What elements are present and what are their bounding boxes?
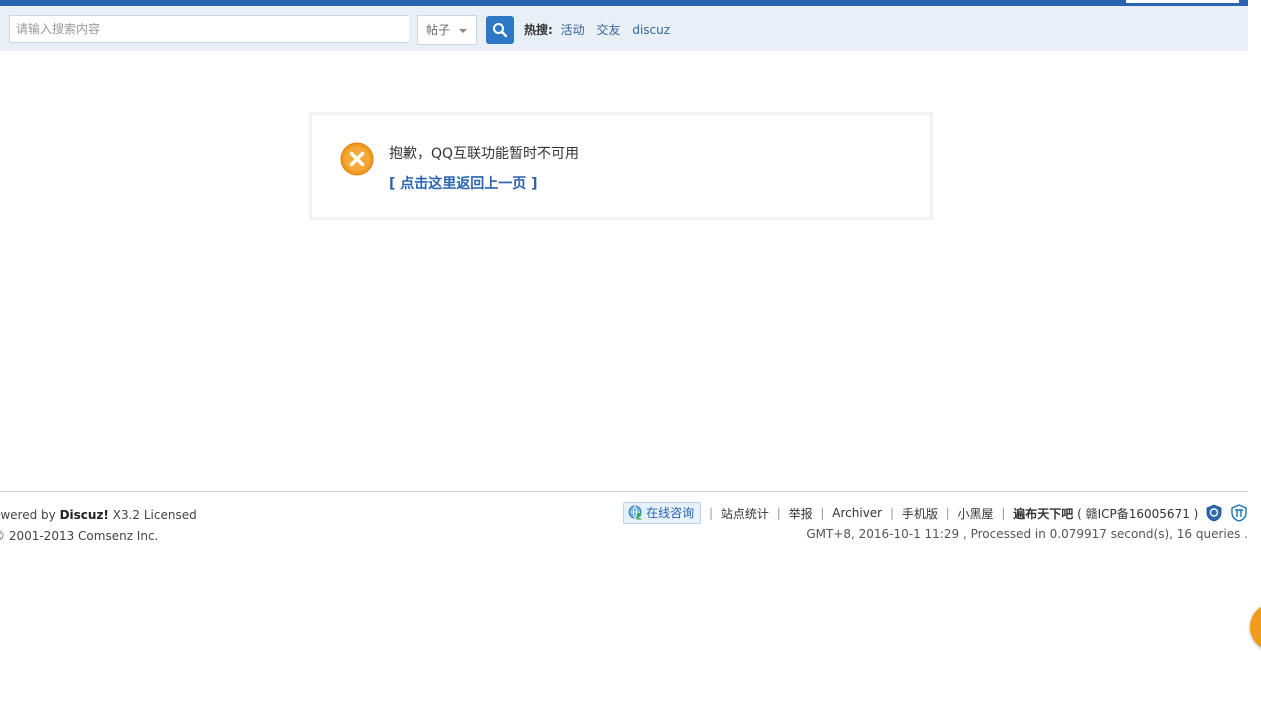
shield-icon[interactable] — [1205, 504, 1223, 522]
top-nav-user-area[interactable] — [1126, 0, 1239, 3]
footer-powered-by: owered by Discuz! X3.2 Licensed © 2001-2… — [0, 505, 197, 547]
footer-divider — [0, 491, 1248, 492]
footer-separator: | — [945, 506, 950, 520]
processing-stats: GMT+8, 2016-10-1 11:29 , Processed in 0.… — [806, 527, 1248, 541]
search-icon — [493, 23, 508, 38]
footer-link-archiver[interactable]: Archiver — [832, 506, 882, 520]
footer-link-mobile[interactable]: 手机版 — [902, 505, 938, 522]
copyright-text: © 2001-2013 Comsenz Inc. — [0, 529, 159, 543]
hot-term-link[interactable]: 交友 — [596, 23, 620, 37]
powered-prefix: owered by — [0, 508, 56, 522]
search-input[interactable] — [9, 15, 409, 43]
globe-person-icon — [628, 505, 642, 520]
footer-separator: | — [889, 506, 894, 520]
chevron-down-icon — [459, 29, 467, 33]
hot-search-label: 热搜: — [524, 23, 553, 37]
footer-separator: | — [820, 506, 825, 520]
version-text: X3.2 Licensed — [112, 508, 197, 522]
footer-links: 在线咨询 | 站点统计 | 举报 | Archiver | 手机版 | 小黑屋 … — [623, 502, 1248, 524]
discuz-link[interactable]: Discuz! — [60, 508, 109, 522]
hot-search: 热搜: 活动 交友 discuz — [524, 22, 678, 38]
footer-separator: | — [1001, 506, 1006, 520]
online-consult-label: 在线咨询 — [646, 506, 695, 520]
footer-separator: | — [776, 506, 781, 520]
error-x-icon — [340, 142, 374, 176]
search-button[interactable] — [486, 16, 514, 44]
search-bar: 帖子 热搜: 活动 交友 discuz — [0, 6, 1248, 51]
hot-term-link[interactable]: discuz — [632, 23, 670, 37]
site-name-link[interactable]: 遍布天下吧 — [1013, 505, 1073, 522]
error-message-text: 抱歉，QQ互联功能暂时不可用 — [389, 146, 580, 162]
footer-separator: | — [708, 506, 714, 520]
footer-link-blackroom[interactable]: 小黑屋 — [958, 505, 994, 522]
search-type-select[interactable]: 帖子 — [417, 15, 477, 45]
footer-link-report[interactable]: 举报 — [789, 505, 813, 522]
footer-link-stats[interactable]: 站点统计 — [721, 505, 769, 522]
search-type-value: 帖子 — [426, 23, 451, 37]
error-message-box: 抱歉，QQ互联功能暂时不可用 [ 点击这里返回上一页 ] — [309, 112, 933, 220]
floating-action-button[interactable] — [1250, 603, 1261, 651]
back-link[interactable]: [ 点击这里返回上一页 ] — [389, 173, 538, 193]
security-badge-icon[interactable] — [1230, 504, 1248, 522]
online-consult-button[interactable]: 在线咨询 — [623, 502, 702, 524]
hot-term-link[interactable]: 活动 — [561, 23, 585, 37]
icp-link[interactable]: ( 赣ICP备16005671 ) — [1077, 505, 1198, 522]
